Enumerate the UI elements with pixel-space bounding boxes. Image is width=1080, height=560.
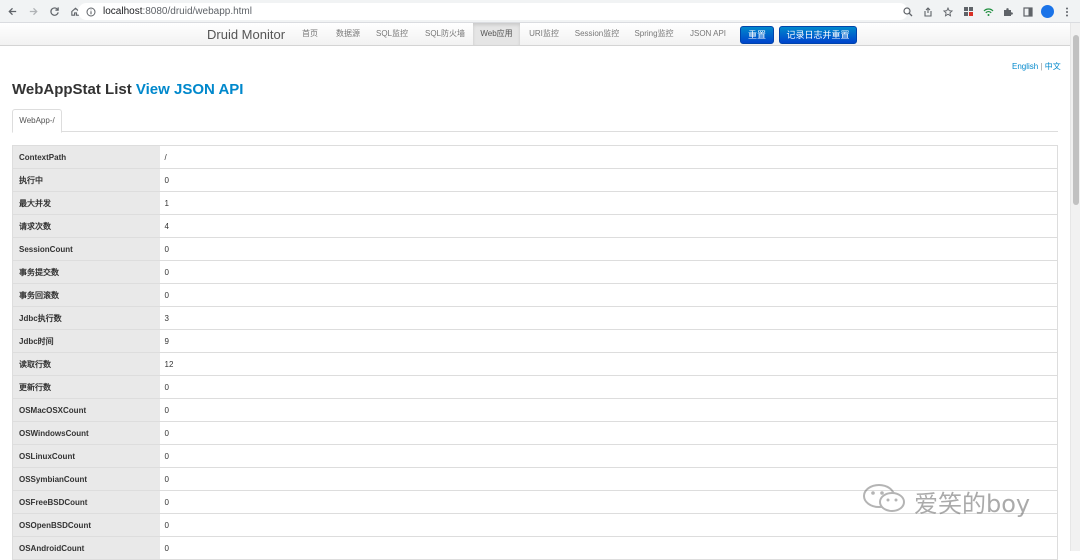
table-row: 更新行数 0 [12, 375, 1058, 399]
url-host: localhost [103, 6, 143, 17]
stat-value: 1 [159, 191, 1058, 215]
table-row: 事务回滚数 0 [12, 283, 1058, 307]
extension-icon[interactable] [961, 5, 975, 19]
view-json-api-link[interactable]: View JSON API [136, 81, 244, 98]
page-title-text: WebAppStat List [12, 81, 132, 98]
stat-value: 0 [159, 536, 1058, 560]
table-row: 事务提交数 0 [12, 260, 1058, 284]
stat-key: 请求次数 [12, 214, 160, 238]
stat-key: OSWindowsCount [12, 421, 160, 445]
browser-actions [901, 3, 1074, 20]
reset-and-log-button[interactable]: 记录日志并重置 [779, 26, 857, 44]
stat-value: 12 [159, 352, 1058, 376]
webapp-tabs: WebApp-/ [12, 109, 1058, 133]
table-row: 最大并发 1 [12, 191, 1058, 215]
stat-key: Jdbc时间 [12, 329, 160, 353]
lang-english-link[interactable]: English [1012, 62, 1038, 71]
stat-value: 0 [159, 444, 1058, 468]
nav-item-spring[interactable]: Spring监控 [630, 23, 678, 45]
lang-chinese-link[interactable]: 中文 [1045, 62, 1061, 71]
stat-key: SessionCount [12, 237, 160, 261]
nav-item-uri[interactable]: URI监控 [526, 23, 562, 45]
stat-key: OSOpenBSDCount [12, 513, 160, 537]
stat-key: OSFreeBSDCount [12, 490, 160, 514]
stat-key: 执行中 [12, 168, 160, 192]
menu-icon[interactable] [1060, 5, 1074, 19]
reload-icon[interactable] [45, 2, 63, 20]
table-row: OSLinuxCount 0 [12, 444, 1058, 468]
language-switch: English | 中文 [1012, 61, 1061, 72]
stat-value: 0 [159, 168, 1058, 192]
app-navbar: Druid Monitor 首页 数据源 SQL监控 SQL防火墙 Web应用 … [0, 23, 1070, 46]
table-row: OSWindowsCount 0 [12, 421, 1058, 445]
info-icon[interactable] [84, 5, 98, 19]
watermark: 爱笑的boy [862, 483, 1030, 520]
stat-key: 读取行数 [12, 352, 160, 376]
nav-item-home[interactable]: 首页 [297, 23, 323, 45]
table-row: 读取行数 12 [12, 352, 1058, 376]
table-row: Jdbc执行数 3 [12, 306, 1058, 330]
scrollbar-thumb[interactable] [1073, 35, 1079, 205]
sidepanel-icon[interactable] [1021, 5, 1035, 19]
table-row: 执行中 0 [12, 168, 1058, 192]
stat-key: 事务提交数 [12, 260, 160, 284]
browser-toolbar: localhost:8080/druid/webapp.html [0, 0, 1080, 23]
zoom-icon[interactable] [901, 5, 915, 19]
table-row: OSMacOSXCount 0 [12, 398, 1058, 422]
stat-value: 3 [159, 306, 1058, 330]
profile-icon[interactable] [1041, 5, 1054, 18]
table-row: SessionCount 0 [12, 237, 1058, 261]
stat-key: OSAndroidCount [12, 536, 160, 560]
nav-item-sql[interactable]: SQL监控 [372, 23, 412, 45]
share-icon[interactable] [921, 5, 935, 19]
page-scrollbar[interactable] [1070, 23, 1080, 551]
nav-item-session[interactable]: Session监控 [570, 23, 624, 45]
page-title: WebAppStat List View JSON API [12, 81, 243, 98]
url-path: :8080/druid/webapp.html [142, 6, 252, 17]
stat-key: OSMacOSXCount [12, 398, 160, 422]
nav-item-json-api[interactable]: JSON API [685, 23, 731, 45]
stat-key: 最大并发 [12, 191, 160, 215]
stat-value: 0 [159, 260, 1058, 284]
nav-item-sql-firewall[interactable]: SQL防火墙 [420, 23, 470, 45]
nav-item-webapp[interactable]: Web应用 [473, 23, 520, 45]
stat-key: 事务回滚数 [12, 283, 160, 307]
table-row: ContextPath / [12, 145, 1058, 169]
stat-value: 0 [159, 375, 1058, 399]
stat-key: OSSymbianCount [12, 467, 160, 491]
back-icon[interactable] [3, 2, 21, 20]
stat-value: / [159, 145, 1058, 169]
table-row: OSAndroidCount 0 [12, 536, 1058, 560]
puzzle-icon[interactable] [1001, 5, 1015, 19]
watermark-text: 爱笑的boy [914, 490, 1031, 518]
stat-value: 0 [159, 283, 1058, 307]
stat-value: 0 [159, 421, 1058, 445]
lang-separator: | [1040, 62, 1043, 71]
stat-key: 更新行数 [12, 375, 160, 399]
table-row: Jdbc时间 9 [12, 329, 1058, 353]
star-icon[interactable] [941, 5, 955, 19]
tab-webapp-root[interactable]: WebApp-/ [12, 109, 62, 133]
brand-title[interactable]: Druid Monitor [207, 27, 285, 42]
wechat-icon [862, 483, 908, 520]
stat-key: Jdbc执行数 [12, 306, 160, 330]
address-bar[interactable]: localhost:8080/druid/webapp.html [78, 3, 908, 20]
stat-key: OSLinuxCount [12, 444, 160, 468]
stat-value: 0 [159, 237, 1058, 261]
stat-value: 4 [159, 214, 1058, 238]
stat-value: 0 [159, 398, 1058, 422]
table-row: 请求次数 4 [12, 214, 1058, 238]
reset-button[interactable]: 重置 [740, 26, 774, 44]
nav-item-datasource[interactable]: 数据源 [331, 23, 365, 45]
wifi-icon[interactable] [981, 5, 995, 19]
stat-value: 9 [159, 329, 1058, 353]
stat-key: ContextPath [12, 145, 160, 169]
forward-icon[interactable] [24, 2, 42, 20]
